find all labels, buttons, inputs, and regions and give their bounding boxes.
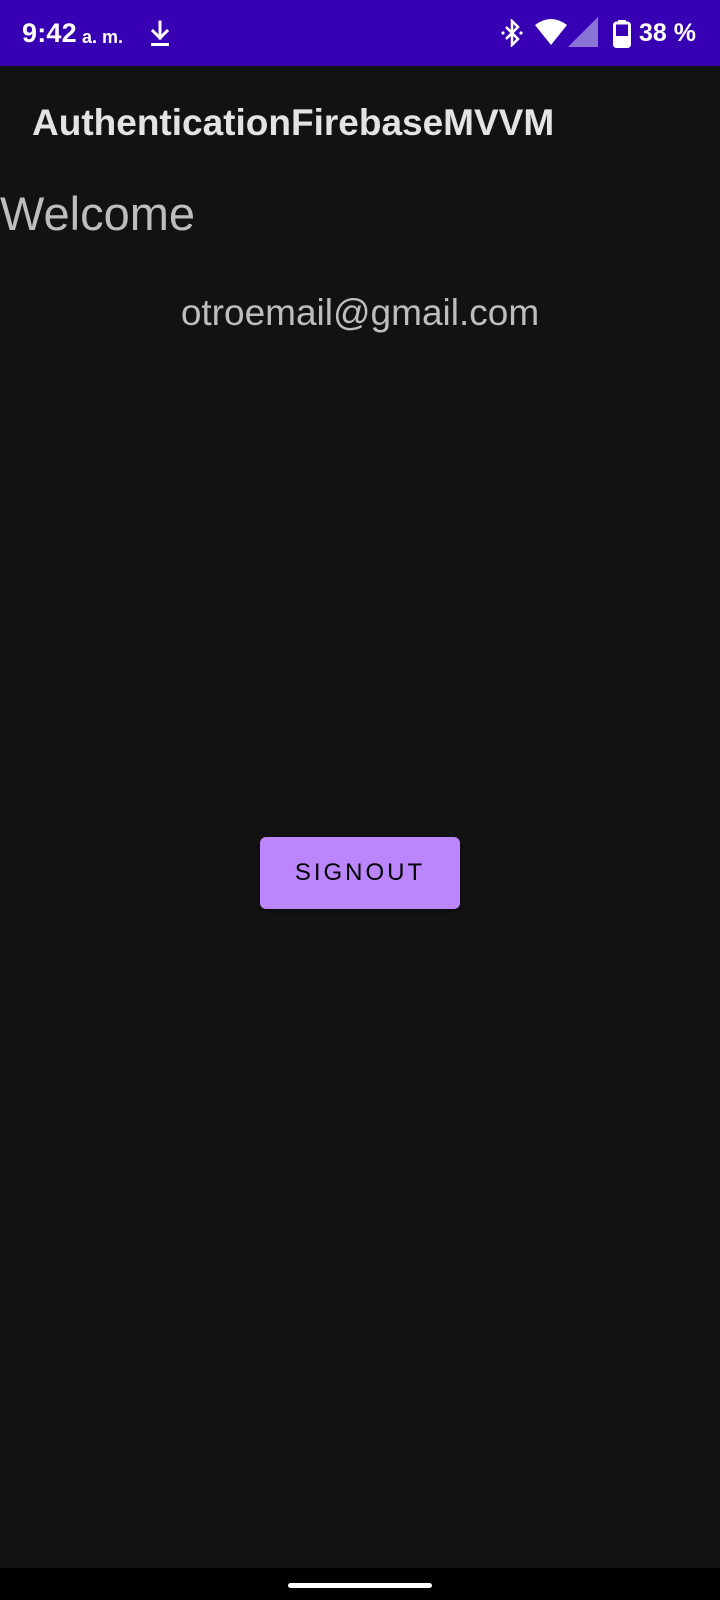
app-title: AuthenticationFirebaseMVVM: [32, 102, 555, 143]
battery-icon: [613, 20, 631, 48]
welcome-heading: Welcome: [0, 187, 196, 240]
gesture-handle-icon[interactable]: [288, 1583, 432, 1588]
app-bar: AuthenticationFirebaseMVVM: [0, 66, 720, 184]
bluetooth-icon: [501, 19, 523, 47]
battery-percentage: 38 %: [639, 19, 696, 47]
status-time: 9:42: [22, 18, 77, 48]
status-ampm: a. m.: [82, 27, 124, 47]
download-icon: [150, 20, 170, 46]
screen: 9:42 a. m. 38 % AuthenticationFirebaseMV…: [0, 0, 720, 1600]
cell-signal-icon: [568, 17, 598, 47]
signout-button[interactable]: SIGNOUT: [260, 837, 460, 909]
status-bar: 9:42 a. m. 38 %: [0, 0, 720, 66]
wifi-icon: [535, 19, 567, 45]
navigation-bar: [0, 1568, 720, 1600]
user-email: otroemail@gmail.com: [180, 292, 540, 333]
